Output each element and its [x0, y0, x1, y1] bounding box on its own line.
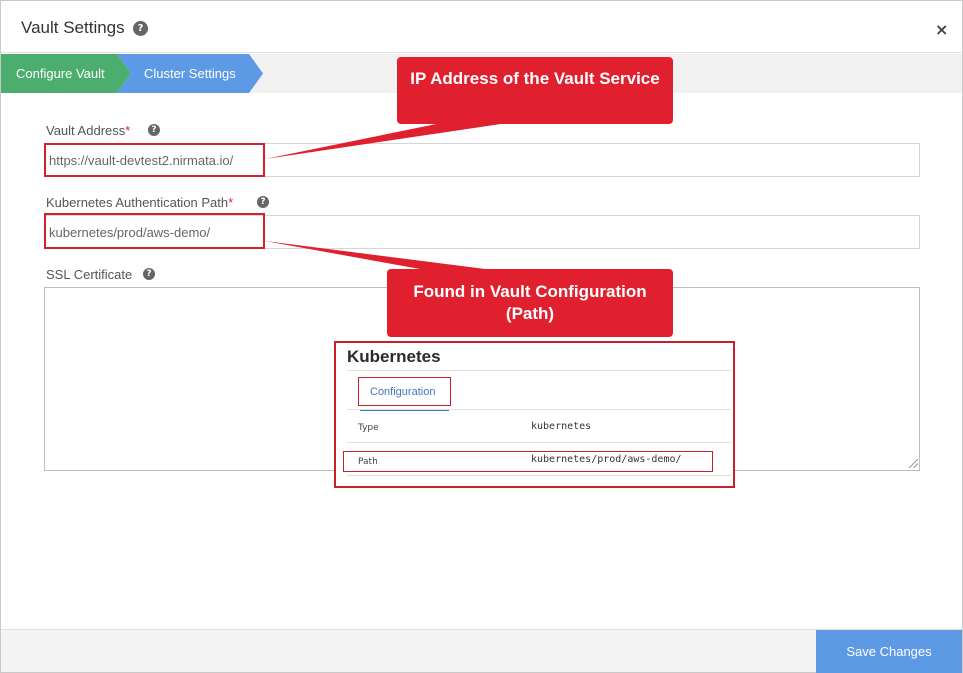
divider	[347, 442, 731, 443]
question-circle-icon[interactable]: ?	[133, 21, 148, 36]
highlight-auth-path	[44, 213, 265, 249]
vault-address-label-text: Vault Address	[46, 123, 126, 138]
step-cluster-settings[interactable]: Cluster Settings	[117, 54, 263, 93]
save-changes-button[interactable]: Save Changes	[816, 630, 962, 673]
step-configure-vault[interactable]: Configure Vault	[1, 54, 131, 93]
inset-tab-configuration: Configuration	[370, 386, 436, 398]
divider	[347, 475, 731, 476]
question-circle-icon[interactable]: ?	[148, 124, 160, 136]
callout-auth-path: Found in Vault Configuration (Path)	[387, 269, 673, 337]
required-mark: *	[125, 123, 131, 138]
question-circle-icon[interactable]: ?	[143, 268, 155, 280]
resize-handle-icon[interactable]	[909, 459, 918, 468]
divider	[347, 409, 731, 410]
question-circle-icon[interactable]: ?	[257, 196, 269, 208]
inset-key-type: Type	[358, 423, 379, 433]
modal-header: Vault Settings ? ×	[1, 1, 962, 53]
required-mark: *	[228, 195, 234, 210]
inset-path-highlight	[343, 451, 713, 472]
k8s-auth-path-label: Kubernetes Authentication Path*	[46, 195, 233, 210]
highlight-vault-address	[44, 143, 265, 177]
vault-address-label: Vault Address*	[46, 123, 130, 138]
vault-config-inset: Kubernetes Configuration Type kubernetes…	[334, 341, 735, 488]
ssl-certificate-label: SSL Certificate	[46, 267, 133, 282]
close-button[interactable]: ×	[935, 20, 948, 39]
callout-vault-address: IP Address of the Vault Service	[397, 57, 673, 124]
k8s-auth-path-label-text: Kubernetes Authentication Path	[46, 195, 229, 210]
vault-settings-modal: Vault Settings ? × Configure Vault Clust…	[0, 0, 963, 673]
modal-title: Vault Settings	[21, 18, 125, 37]
modal-footer: Save Changes	[1, 629, 962, 673]
inset-title: Kubernetes	[347, 347, 441, 366]
inset-value-type: kubernetes	[531, 421, 592, 432]
divider	[347, 370, 731, 371]
